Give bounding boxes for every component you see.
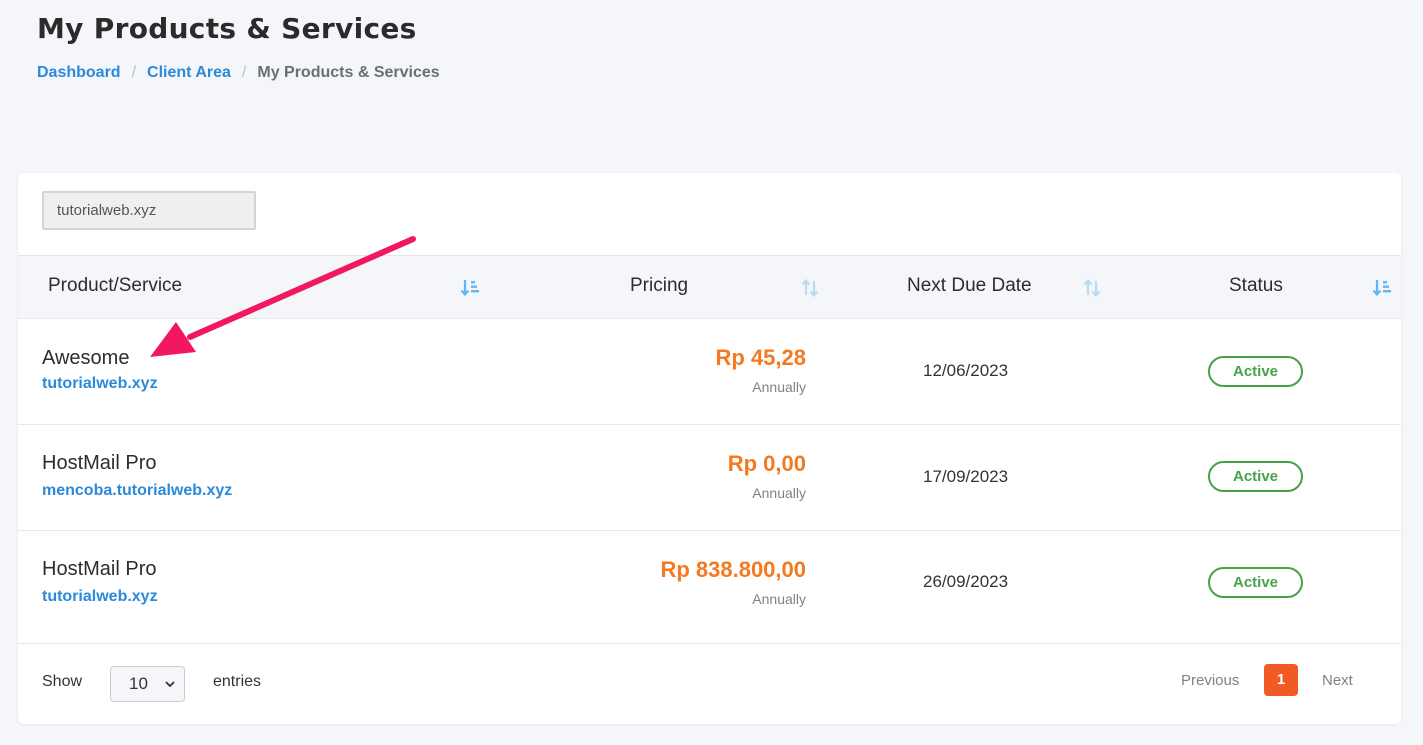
pagination-previous[interactable]: Previous (1181, 672, 1239, 689)
product-price: Rp 45,28 (715, 345, 807, 370)
page-title: My Products & Services (37, 12, 417, 45)
breadcrumb-dashboard[interactable]: Dashboard (37, 64, 121, 82)
breadcrumb-current: My Products & Services (257, 64, 440, 81)
breadcrumb-separator: / (241, 64, 247, 81)
billing-cycle: Annually (752, 591, 806, 607)
product-name[interactable]: HostMail Pro (42, 452, 156, 475)
status-badge: Active (1208, 461, 1303, 492)
pagination-page-1[interactable]: 1 (1264, 664, 1298, 696)
table-header: Product/Service Pricing Next Due Date St… (18, 255, 1401, 319)
product-domain-link[interactable]: tutorialweb.xyz (42, 375, 158, 393)
product-price: Rp 838.800,00 (660, 557, 806, 582)
table-row[interactable]: Awesome tutorialweb.xyz Rp 45,28 Annuall… (18, 319, 1401, 425)
product-name[interactable]: HostMail Pro (42, 558, 156, 581)
column-header-status[interactable]: Status (1229, 275, 1283, 297)
product-domain-link[interactable]: mencoba.tutorialweb.xyz (42, 482, 232, 500)
pagination-next[interactable]: Next (1322, 672, 1353, 689)
status-badge: Active (1208, 567, 1303, 598)
table-row[interactable]: HostMail Pro tutorialweb.xyz Rp 838.800,… (18, 531, 1401, 644)
billing-cycle: Annually (752, 485, 806, 501)
product-name[interactable]: Awesome (42, 347, 129, 370)
chevron-down-icon (165, 681, 175, 688)
domain-filter-input[interactable]: tutorialweb.xyz (42, 191, 256, 230)
next-due-date: 26/09/2023 (923, 572, 1009, 591)
column-header-next-due-date[interactable]: Next Due Date (907, 275, 1032, 297)
product-price: Rp 0,00 (727, 451, 806, 476)
show-label: Show (42, 673, 83, 690)
column-header-product[interactable]: Product/Service (48, 275, 182, 297)
status-badge: Active (1208, 356, 1303, 387)
next-due-date: 12/06/2023 (923, 361, 1009, 380)
next-due-date: 17/09/2023 (923, 467, 1009, 486)
billing-cycle: Annually (752, 379, 806, 395)
column-header-pricing[interactable]: Pricing (630, 275, 688, 297)
entries-label: entries (213, 673, 262, 690)
table-row[interactable]: HostMail Pro mencoba.tutorialweb.xyz Rp … (18, 425, 1401, 531)
page-size-select[interactable]: 10 (110, 666, 185, 702)
sort-both-icon[interactable] (799, 277, 821, 299)
sort-amount-down-icon[interactable] (1371, 277, 1393, 299)
breadcrumb-separator: / (131, 64, 137, 81)
sort-amount-down-icon[interactable] (459, 277, 481, 299)
product-domain-link[interactable]: tutorialweb.xyz (42, 588, 158, 606)
sort-both-icon[interactable] (1081, 277, 1103, 299)
page-size-value: 10 (129, 674, 148, 693)
products-table-card: tutorialweb.xyz Product/Service Pricing … (18, 173, 1401, 724)
breadcrumb: Dashboard / Client Area / My Products & … (37, 64, 440, 82)
breadcrumb-client-area[interactable]: Client Area (147, 64, 231, 82)
